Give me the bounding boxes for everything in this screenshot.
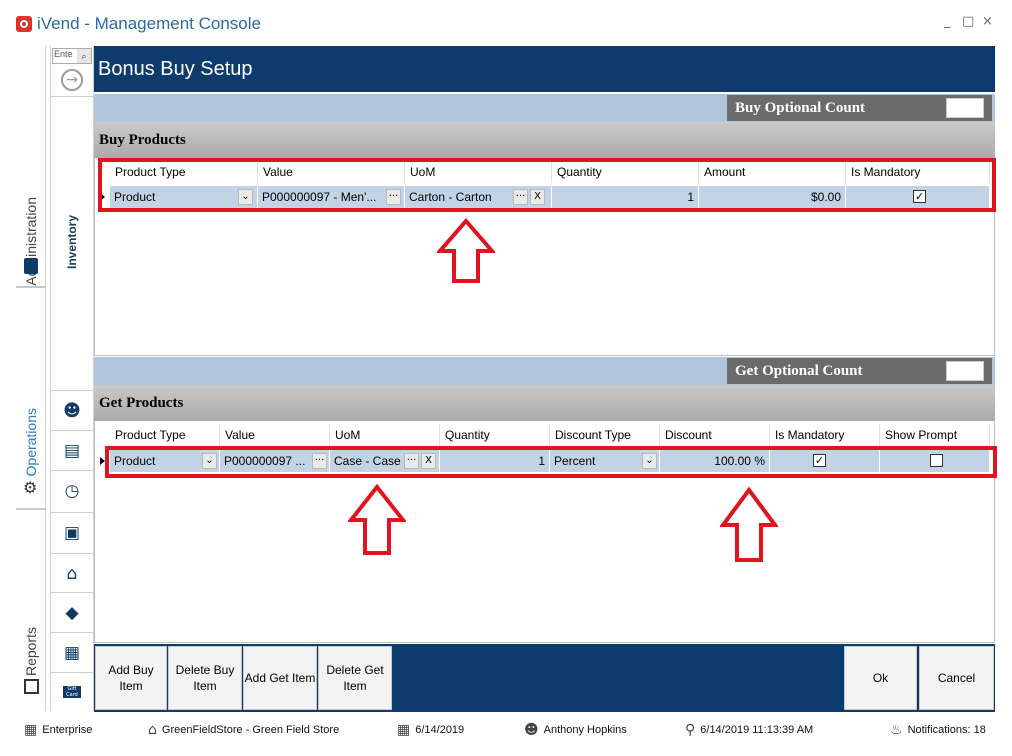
status-notifications-text: Notifications: 18 bbox=[907, 724, 986, 736]
column-header[interactable]: Value bbox=[220, 424, 330, 446]
delete-buy-item-button[interactable]: Delete Buy Item bbox=[168, 646, 242, 710]
add-buy-item-button[interactable]: Add Buy Item bbox=[95, 646, 167, 710]
buy-optional-count-input[interactable] bbox=[946, 98, 984, 118]
search-icon[interactable]: ⌕ bbox=[77, 49, 91, 63]
column-header[interactable]: Discount bbox=[660, 424, 770, 446]
page-title: Bonus Buy Setup bbox=[98, 58, 253, 80]
gift-icon[interactable]: ▣ bbox=[51, 512, 93, 552]
minimize-button[interactable]: _ bbox=[944, 14, 951, 29]
module-rail: Administration Operations ⚙ Reports bbox=[16, 46, 46, 711]
get-products-title: Get Products bbox=[94, 385, 995, 421]
building-icon: ▦ bbox=[24, 722, 38, 738]
store-icon: ⌂ bbox=[148, 722, 157, 738]
column-header[interactable]: Product Type bbox=[110, 424, 220, 446]
gift-card-icon[interactable]: Gift Card bbox=[51, 672, 93, 710]
status-user-text: Anthony Hopkins bbox=[543, 724, 627, 736]
bell-icon: ♨ bbox=[890, 722, 903, 738]
arrow-up-icon bbox=[437, 218, 495, 283]
get-grid-header: Product Type Value UoM Quantity Discount… bbox=[110, 424, 990, 446]
arrow-right-icon[interactable]: → bbox=[61, 69, 83, 91]
tab-operations[interactable]: Operations bbox=[16, 386, 46, 476]
gear-icon: ⚙ bbox=[23, 478, 38, 497]
tab-reports-label: Reports bbox=[23, 626, 39, 676]
calendar-icon: ▦ bbox=[397, 722, 411, 738]
column-header[interactable]: UoM bbox=[330, 424, 440, 446]
get-optional-count-input[interactable] bbox=[946, 361, 984, 381]
register-icon[interactable]: ▤ bbox=[51, 430, 93, 470]
column-header[interactable]: Is Mandatory bbox=[770, 424, 880, 446]
store-icon[interactable]: ⌂ bbox=[51, 553, 93, 593]
rail-divider bbox=[16, 508, 46, 510]
app-logo-icon bbox=[16, 16, 32, 32]
warehouse-icon[interactable]: ▦ bbox=[51, 632, 93, 672]
status-user: ☻ Anthony Hopkins bbox=[524, 722, 627, 738]
key-icon: ⚲ bbox=[685, 722, 696, 738]
status-notifications[interactable]: ♨ Notifications: 18 bbox=[890, 722, 986, 738]
person-dollar-icon[interactable]: ☻ bbox=[51, 390, 93, 430]
highlight-box bbox=[98, 158, 996, 212]
maximize-button[interactable]: □ bbox=[962, 14, 974, 29]
status-store: ⌂ GreenFieldStore - Green Field Store bbox=[148, 722, 339, 738]
user-icon: ☻ bbox=[524, 722, 539, 738]
window-title: iVend - Management Console bbox=[37, 14, 261, 33]
buy-products-title: Buy Products bbox=[94, 122, 995, 158]
highlight-box bbox=[105, 446, 997, 478]
status-store-text: GreenFieldStore - Green Field Store bbox=[161, 724, 340, 736]
reports-icon bbox=[24, 679, 39, 694]
administration-icon bbox=[24, 258, 38, 274]
rail-divider bbox=[16, 286, 46, 288]
gift-card-label: Gift Card bbox=[63, 685, 81, 698]
column-header[interactable]: Quantity bbox=[440, 424, 550, 446]
column-header[interactable]: Discount Type bbox=[550, 424, 660, 446]
cancel-button[interactable]: Cancel bbox=[919, 646, 994, 710]
status-date: ▦ 6/14/2019 bbox=[397, 722, 464, 738]
status-login-time: ⚲ 6/14/2019 11:13:39 AM bbox=[685, 722, 813, 738]
nav-inventory-label: Inventory bbox=[65, 215, 79, 270]
status-enterprise-text: Enterprise bbox=[42, 724, 93, 736]
delete-get-item-button[interactable]: Delete Get Item bbox=[318, 646, 392, 710]
arrow-up-icon bbox=[720, 487, 778, 562]
status-enterprise: ▦ Enterprise bbox=[24, 722, 92, 738]
tag-icon[interactable]: ◆ bbox=[51, 592, 93, 632]
add-get-item-button[interactable]: Add Get Item bbox=[243, 646, 317, 710]
arrow-up-icon bbox=[348, 484, 406, 555]
ok-button[interactable]: Ok bbox=[844, 646, 917, 710]
status-login-time-text: 6/14/2019 11:13:39 AM bbox=[700, 724, 814, 736]
tab-operations-label: Operations bbox=[23, 407, 39, 476]
tab-reports[interactable]: Reports bbox=[16, 606, 46, 676]
clock-icon[interactable]: ◷ bbox=[51, 470, 93, 510]
close-button[interactable]: × bbox=[982, 14, 993, 29]
column-header[interactable]: Show Prompt bbox=[880, 424, 990, 446]
nav-item-inventory[interactable]: Inventory bbox=[51, 96, 93, 388]
status-date-text: 6/14/2019 bbox=[415, 724, 465, 736]
